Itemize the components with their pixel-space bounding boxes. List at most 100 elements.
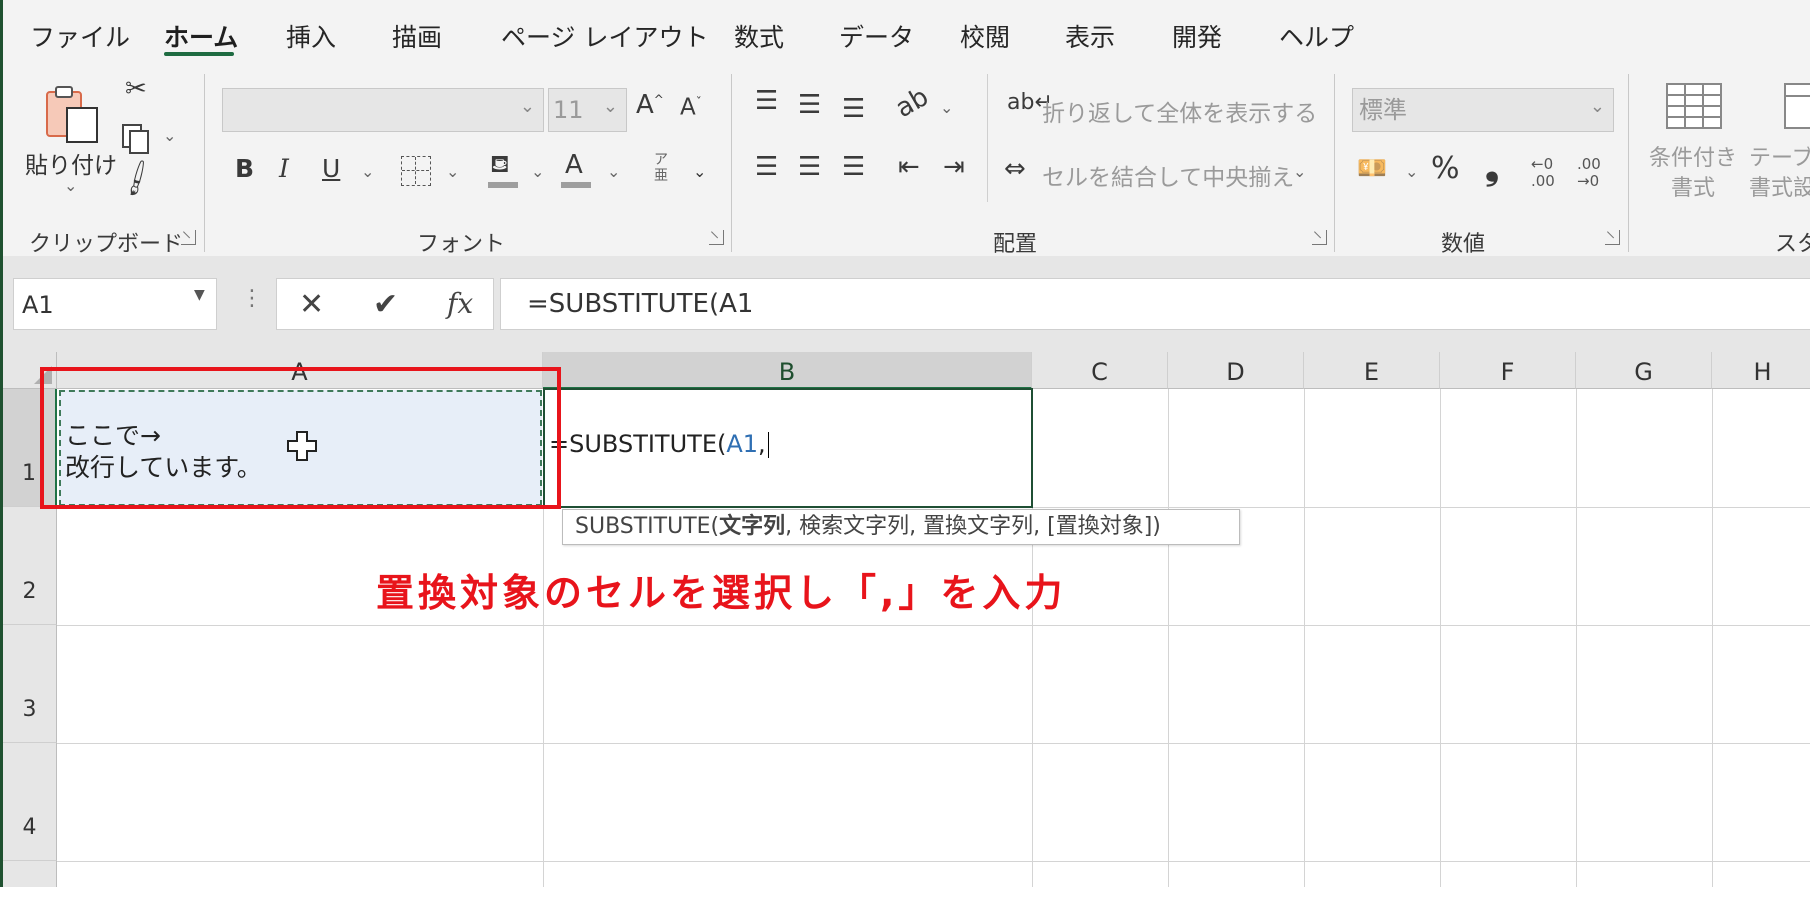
format-as-table-icon[interactable] <box>1783 82 1810 130</box>
borders-dropdown-arrow[interactable]: ⌄ <box>446 162 459 181</box>
align-middle-icon[interactable]: ☰ <box>798 92 821 118</box>
align-left-icon[interactable]: ☰ <box>755 154 778 180</box>
conditional-formatting-button[interactable]: 条件付き 書式 <box>1649 144 1737 204</box>
confirm-entry-icon[interactable]: ✔ <box>373 287 398 322</box>
annotation-text: 置換対象のセルを選択し「,」を入力 <box>376 571 1067 615</box>
merge-center-button[interactable]: セルを結合して中央揃え <box>1042 158 1294 192</box>
underline-button[interactable]: U <box>322 156 340 181</box>
insert-function-button[interactable]: fx <box>447 287 473 320</box>
tab-page-layout[interactable]: ページ レイアウト <box>501 18 708 54</box>
tab-home[interactable]: ホーム <box>164 18 238 54</box>
tab-developer[interactable]: 開発 <box>1172 18 1222 54</box>
orientation-icon[interactable]: ab <box>891 82 934 124</box>
column-header-c[interactable]: C <box>1032 352 1168 389</box>
paste-label[interactable]: 貼り付け <box>25 146 117 180</box>
tab-draw[interactable]: 描画 <box>392 18 442 54</box>
comma-style-button[interactable]: ❟ <box>1485 150 1499 186</box>
cancel-entry-icon[interactable]: ✕ <box>299 287 324 322</box>
tab-formulas[interactable]: 数式 <box>734 18 784 54</box>
tab-help[interactable]: ヘルプ <box>1279 18 1354 54</box>
paste-dropdown-arrow[interactable]: ⌄ <box>64 176 77 195</box>
cut-icon[interactable]: ✂ <box>125 76 147 102</box>
column-header-h[interactable]: H <box>1712 352 1810 389</box>
clipboard-group-label: クリップボード <box>29 232 184 257</box>
group-separator <box>204 74 205 252</box>
function-tooltip[interactable]: SUBSTITUTE(文字列, 検索文字列, 置換文字列, [置換対象]) <box>562 509 1240 545</box>
font-name-combo[interactable]: ⌄ <box>222 88 544 132</box>
format-painter-icon[interactable]: 🖌 <box>116 158 160 200</box>
chevron-down-icon: ⌄ <box>1589 96 1605 117</box>
tooltip-current-arg[interactable]: 文字列 <box>719 514 785 539</box>
font-launcher-icon[interactable] <box>709 230 724 245</box>
fill-color-dropdown-arrow[interactable]: ⌄ <box>531 162 544 181</box>
name-box[interactable]: A1 ▼ <box>13 278 217 330</box>
formula-input[interactable]: =SUBSTITUTE(A1 <box>500 278 1810 330</box>
cell-b1-function: =SUBSTITUTE( <box>549 430 727 458</box>
column-header-f[interactable]: F <box>1440 352 1576 389</box>
increase-font-size-icon[interactable]: A^ <box>636 92 664 118</box>
column-header-e[interactable]: E <box>1304 352 1440 389</box>
percent-style-button[interactable]: % <box>1431 154 1460 184</box>
gridline <box>1440 389 1441 887</box>
number-format-value: 標準 <box>1359 96 1407 124</box>
conditional-formatting-icon[interactable] <box>1665 82 1723 130</box>
tab-insert[interactable]: 挿入 <box>286 18 336 54</box>
column-header-d[interactable]: D <box>1168 352 1304 389</box>
group-separator <box>1628 74 1629 252</box>
number-launcher-icon[interactable] <box>1605 230 1620 245</box>
active-tab-indicator <box>164 52 234 56</box>
underline-dropdown-arrow[interactable]: ⌄ <box>361 162 374 181</box>
fill-color-button[interactable]: ⛾ <box>488 152 520 192</box>
row-header-2[interactable]: 2 <box>3 507 57 625</box>
wrap-text-button[interactable]: 折り返して全体を表示する <box>1042 94 1317 128</box>
formula-bar-area: A1 ▼ ⋮ ✕ ✔ fx =SUBSTITUTE(A1 <box>0 256 1810 352</box>
decrease-font-size-icon[interactable]: Aˇ <box>680 96 702 120</box>
copy-button[interactable] <box>120 122 152 154</box>
orientation-dropdown-arrow[interactable]: ⌄ <box>940 98 953 117</box>
number-format-combo[interactable]: 標準 ⌄ <box>1352 88 1614 132</box>
tab-view[interactable]: 表示 <box>1065 18 1115 54</box>
gridline <box>57 625 1810 626</box>
row-header-4[interactable]: 4 <box>3 743 57 861</box>
column-header-g[interactable]: G <box>1576 352 1712 389</box>
font-size-combo[interactable]: 11 ⌄ <box>548 88 627 132</box>
bold-button[interactable]: B <box>235 156 254 181</box>
increase-decimal-button[interactable]: ←0 .00 <box>1531 156 1555 190</box>
borders-icon[interactable] <box>401 156 431 186</box>
paste-button[interactable] <box>43 84 101 146</box>
align-bottom-icon[interactable]: ☰ <box>842 96 865 122</box>
accounting-dropdown-arrow[interactable]: ⌄ <box>1405 162 1418 181</box>
increase-indent-icon[interactable]: ⇥ <box>943 154 965 180</box>
align-top-icon[interactable]: ☰ <box>755 88 778 114</box>
name-box-value: A1 <box>22 291 54 319</box>
font-color-button[interactable]: A <box>561 152 593 192</box>
align-right-icon[interactable]: ☰ <box>842 154 865 180</box>
tab-review[interactable]: 校閲 <box>960 18 1010 54</box>
row-header-5[interactable] <box>3 861 57 887</box>
tooltip-function[interactable]: SUBSTITUTE( <box>575 514 719 539</box>
italic-button[interactable]: I <box>279 156 289 181</box>
phonetic-guide-icon[interactable]: ア 亜 <box>654 152 668 184</box>
name-box-dropdown-icon[interactable]: ▼ <box>194 287 205 303</box>
decrease-decimal-button[interactable]: .00 →0 <box>1577 156 1601 190</box>
row-header-3[interactable]: 3 <box>3 625 57 743</box>
merge-center-icon[interactable]: ⇔ <box>1004 156 1026 182</box>
align-center-icon[interactable]: ☰ <box>798 154 821 180</box>
copy-dropdown-arrow[interactable]: ⌄ <box>163 126 176 145</box>
tab-data[interactable]: データ <box>839 18 914 54</box>
alignment-launcher-icon[interactable] <box>1312 230 1327 245</box>
phonetic-dropdown-arrow[interactable]: ⌄ <box>693 162 706 181</box>
alignment-inner-separator <box>987 74 988 202</box>
cell-b1-editor[interactable]: =SUBSTITUTE(A1, <box>543 388 1033 508</box>
accounting-format-icon[interactable]: 💴 <box>1357 156 1387 180</box>
merge-dropdown-arrow[interactable]: ⌄ <box>1293 162 1306 181</box>
chevron-down-icon: ⌄ <box>602 96 618 117</box>
format-as-table-button[interactable]: テーブル 書式設 <box>1749 144 1810 204</box>
clipboard-launcher-icon[interactable] <box>181 230 196 245</box>
tab-file[interactable]: ファイル <box>30 18 130 54</box>
decrease-indent-icon[interactable]: ⇤ <box>898 154 920 180</box>
ribbon: 貼り付け ⌄ ✂ ⌄ 🖌 クリップボード ⌄ 11 ⌄ A^ Aˇ B I U … <box>0 66 1810 257</box>
column-header-b[interactable]: B <box>543 352 1032 389</box>
font-color-dropdown-arrow[interactable]: ⌄ <box>607 162 620 181</box>
paste-icon <box>46 86 98 143</box>
